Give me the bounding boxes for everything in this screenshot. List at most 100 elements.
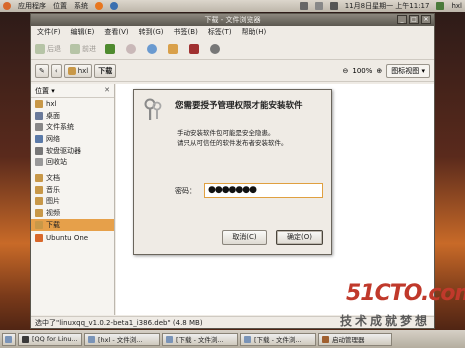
sidebar-item[interactable]: Ubuntu One bbox=[31, 233, 114, 245]
sidebar-item[interactable]: 网络 bbox=[31, 133, 114, 145]
sidebar-item[interactable]: 桌面 bbox=[31, 110, 114, 122]
location-bar: ✎ ‹ hxl 下载 ⊖ 100% ⊕ 图标视图 ▾ bbox=[31, 60, 434, 82]
show-desktop-button[interactable] bbox=[2, 332, 16, 346]
minimize-button[interactable]: _ bbox=[397, 15, 407, 24]
firefox-icon[interactable] bbox=[95, 2, 103, 10]
search-button[interactable] bbox=[210, 43, 222, 54]
sidebar-item[interactable]: 软盘驱动器 bbox=[31, 145, 114, 157]
maximize-button[interactable]: □ bbox=[409, 15, 419, 24]
folder-icon bbox=[166, 335, 173, 343]
taskbar-item[interactable]: 启动管理器 bbox=[318, 332, 392, 346]
sidebar-item-label: Ubuntu One bbox=[46, 234, 89, 243]
menu-bar: 文件(F) 编辑(E) 查看(V) 转到(G) 书签(B) 标签(T) 帮助(H… bbox=[31, 26, 434, 38]
home-icon bbox=[168, 43, 178, 54]
clock[interactable]: 11月8日星期一 上午11:17 bbox=[345, 1, 430, 11]
cancel-button[interactable]: 取消(C) bbox=[222, 230, 267, 245]
menu-edit[interactable]: 编辑(E) bbox=[71, 27, 95, 37]
watermark-tagline: 技术成就梦想 bbox=[340, 314, 431, 328]
zoom-in-icon[interactable]: ⊕ bbox=[376, 67, 382, 75]
menu-system[interactable]: 系统 bbox=[74, 1, 88, 11]
back-button[interactable]: 后退 bbox=[35, 43, 61, 54]
edit-location-button[interactable]: ✎ bbox=[35, 63, 49, 78]
menu-bookmarks[interactable]: 书签(B) bbox=[174, 27, 198, 37]
up-button[interactable] bbox=[105, 43, 117, 54]
home-folder-icon bbox=[67, 66, 76, 75]
crumb-hxl[interactable]: hxl bbox=[63, 63, 93, 78]
place-icon bbox=[35, 173, 43, 182]
status-text: 选中了"linuxqq_v1.0.2-beta1_i386.deb" (4.8 … bbox=[35, 319, 203, 327]
window-titlebar[interactable]: 下载 - 文件浏览器 _ □ ✕ bbox=[31, 14, 434, 26]
back-arrow-icon bbox=[35, 43, 45, 54]
taskbar-item[interactable]: [下载 - 文件浏... bbox=[162, 332, 238, 346]
volume-icon[interactable] bbox=[329, 2, 338, 10]
sidebar-item[interactable]: 文件系统 bbox=[31, 121, 114, 133]
menu-file[interactable]: 文件(F) bbox=[37, 27, 61, 37]
forward-button[interactable]: 前进 bbox=[70, 43, 96, 54]
zoom-out-icon[interactable]: ⊖ bbox=[342, 67, 348, 75]
place-icon bbox=[35, 134, 43, 143]
sidebar-item[interactable]: 视频 bbox=[31, 207, 114, 219]
watermark-brand: 51CTO.com bbox=[346, 281, 465, 306]
zoom-controls: ⊖ 100% ⊕ 图标视图 ▾ bbox=[342, 64, 430, 78]
menu-places[interactable]: 位置 bbox=[53, 1, 67, 11]
taskbar-item[interactable]: [QQ for Linu... bbox=[18, 332, 82, 346]
sidebar-item-label: 视频 bbox=[46, 209, 60, 218]
sidebar-item-label: 桌面 bbox=[46, 111, 60, 120]
close-button[interactable]: ✕ bbox=[421, 15, 431, 24]
sidebar-item[interactable]: 文档 bbox=[31, 172, 114, 184]
folder-icon bbox=[88, 335, 95, 343]
reload-button[interactable] bbox=[147, 43, 159, 54]
sidebar-item-label: 音乐 bbox=[46, 185, 60, 194]
menu-help[interactable]: 帮助(H) bbox=[242, 27, 267, 37]
place-icon bbox=[35, 197, 43, 206]
place-icon bbox=[35, 185, 43, 194]
crumb-downloads[interactable]: 下载 bbox=[94, 63, 117, 78]
panel-tray: 11月8日星期一 上午11:17 hxl bbox=[299, 0, 462, 12]
folder-icon bbox=[244, 335, 251, 343]
sidebar-title: 位置 bbox=[35, 86, 49, 95]
sidebar-item[interactable]: hxl bbox=[31, 98, 114, 110]
sidebar: 位置 ▾ ✕ hxl 桌面文件系统 网络 软盘驱动器 回收站文档 音乐图片 视频下载 Ubun… bbox=[31, 84, 115, 315]
sidebar-item-label: 文件系统 bbox=[46, 123, 74, 132]
stop-button[interactable] bbox=[126, 43, 138, 54]
place-icon bbox=[35, 146, 43, 155]
qq-icon bbox=[22, 335, 29, 343]
top-panel: 应用程序 位置 系统 11月8日星期一 上午11:17 hxl bbox=[0, 0, 465, 12]
launcher-icon bbox=[322, 335, 329, 343]
taskbar-item[interactable]: [下载 - 文件浏... bbox=[240, 332, 316, 346]
ok-button[interactable]: 确定(O) bbox=[276, 230, 323, 245]
place-icon bbox=[35, 158, 43, 167]
sidebar-item-label: 回收站 bbox=[46, 158, 67, 167]
menu-applications[interactable]: 应用程序 bbox=[18, 1, 46, 11]
ubuntu-logo-icon bbox=[3, 2, 11, 10]
user-name[interactable]: hxl bbox=[451, 2, 462, 10]
view-mode-select[interactable]: 图标视图 ▾ bbox=[386, 64, 430, 78]
chevron-down-icon: ▾ bbox=[49, 86, 55, 95]
user-icon[interactable] bbox=[436, 2, 445, 10]
sidebar-list: hxl 桌面文件系统 网络 软盘驱动器 回收站文档 音乐图片 视频下载 Ubuntu One bbox=[31, 98, 114, 244]
taskbar-item[interactable]: [hxl - 文件浏... bbox=[84, 332, 160, 346]
sidebar-header[interactable]: 位置 ▾ ✕ bbox=[31, 84, 114, 98]
sidebar-close-icon[interactable]: ✕ bbox=[104, 86, 110, 94]
menu-view[interactable]: 查看(V) bbox=[104, 27, 128, 37]
password-field[interactable]: ●●●●●●● bbox=[204, 183, 323, 198]
network-icon[interactable] bbox=[299, 2, 308, 10]
stop-icon bbox=[126, 43, 136, 54]
help-icon[interactable] bbox=[110, 2, 118, 10]
sidebar-item[interactable]: 图片 bbox=[31, 196, 114, 208]
menu-tabs[interactable]: 标签(T) bbox=[208, 27, 232, 37]
mail-icon[interactable] bbox=[314, 2, 323, 10]
computer-icon bbox=[189, 43, 199, 54]
computer-button[interactable] bbox=[189, 43, 201, 54]
menu-go[interactable]: 转到(G) bbox=[139, 27, 164, 37]
crumb-left-arrow[interactable]: ‹ bbox=[50, 63, 62, 78]
sidebar-item[interactable]: 音乐 bbox=[31, 184, 114, 196]
sidebar-item[interactable]: 下载 bbox=[31, 218, 114, 231]
sidebar-item-label: hxl bbox=[46, 99, 57, 108]
sidebar-item[interactable]: 回收站 bbox=[31, 156, 114, 168]
auth-dialog: 您需要授予管理权限才能安装软件 手动安装软件包可能是安全隐患。 请只从可信任的软… bbox=[133, 89, 332, 255]
sidebar-item-label: 下载 bbox=[46, 220, 60, 229]
home-button[interactable] bbox=[168, 43, 180, 54]
place-icon bbox=[35, 111, 43, 120]
window-title: 下载 - 文件浏览器 bbox=[204, 16, 261, 24]
